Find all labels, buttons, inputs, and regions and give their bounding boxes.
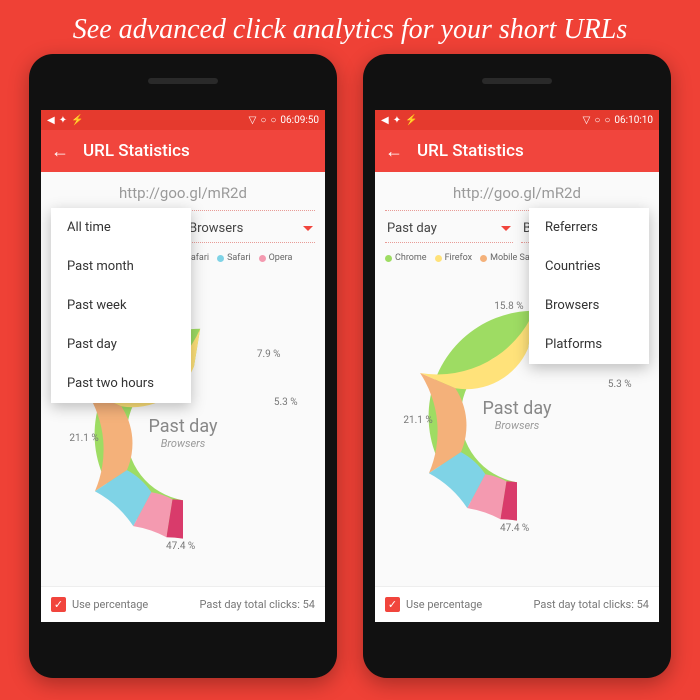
chart-center-subtitle: Browsers [148,437,217,450]
use-percentage-checkbox[interactable]: ✓ Use percentage [51,597,148,612]
dropdown-option[interactable]: Past month [51,247,191,286]
short-url-display: http://goo.gl/mR2d [385,172,649,211]
flash-icon: ⚡ [405,115,417,126]
total-clicks-text: Past day total clicks: 54 [199,598,315,611]
clock-text: 06:09:50 [280,115,319,126]
period-selector[interactable]: Past day [385,217,513,243]
checkmark-icon: ✓ [385,597,400,612]
circle-icon: ○ [604,115,610,126]
slice-percent-label: 47.4 % [500,523,529,534]
footer-bar: ✓ Use percentage Past day total clicks: … [41,586,325,622]
clock-text: 06:10:10 [614,115,653,126]
phone-mockup-right: ◀ ✦ ⚡ ▽ ○ ○ 06:10:10 ← URL Statistics ht… [363,54,671,678]
marketing-headline: See advanced click analytics for your sh… [0,0,700,54]
slice-percent-label: 5.3 % [608,379,632,390]
footer-bar: ✓ Use percentage Past day total clicks: … [375,586,659,622]
signal-icon: ▽ [583,115,591,126]
dropdown-option[interactable]: Referrers [529,208,649,247]
page-title: URL Statistics [83,141,190,161]
status-bar: ◀ ✦ ⚡ ▽ ○ ○ 06:10:10 [375,110,659,130]
status-bar: ◀ ✦ ⚡ ▽ ○ ○ 06:09:50 [41,110,325,130]
checkmark-icon: ✓ [51,597,66,612]
chart-center-title: Past day [148,416,217,437]
slice-percent-label: 21.1 % [403,415,432,426]
total-clicks-text: Past day total clicks: 54 [533,598,649,611]
phone-mockup-left: ◀ ✦ ⚡ ▽ ○ ○ 06:09:50 ← URL Statistics ht… [29,54,337,678]
sound-icon: ◀ [47,115,55,126]
dropdown-option[interactable]: Past two hours [51,364,191,403]
app-bar: ← URL Statistics [375,130,659,172]
legend-item: Chrome [385,253,427,263]
circle-icon: ○ [270,115,276,126]
dropdown-option[interactable]: Past day [51,325,191,364]
legend-item: Opera [259,253,293,263]
plug-icon: ✦ [393,115,401,126]
dropdown-option[interactable]: All time [51,208,191,247]
signal-icon: ▽ [249,115,257,126]
dropdown-option[interactable]: Countries [529,247,649,286]
back-icon[interactable]: ← [51,141,69,162]
app-bar: ← URL Statistics [41,130,325,172]
circle-icon: ○ [260,115,266,126]
chevron-down-icon [501,226,511,231]
dimension-selector[interactable]: Browsers [187,217,315,243]
dropdown-option[interactable]: Browsers [529,286,649,325]
sound-icon: ◀ [381,115,389,126]
dropdown-option[interactable]: Platforms [529,325,649,364]
period-dropdown: All timePast monthPast weekPast dayPast … [51,208,191,403]
slice-percent-label: 15.8 % [494,301,523,312]
dimension-dropdown: ReferrersCountriesBrowsersPlatforms [529,208,649,364]
chart-center-subtitle: Browsers [482,419,551,432]
dropdown-option[interactable]: Past week [51,286,191,325]
slice-percent-label: 7.9 % [257,349,281,360]
flash-icon: ⚡ [71,115,83,126]
legend-item: Firefox [435,253,473,263]
slice-percent-label: 5.3 % [274,397,298,408]
short-url-display: http://goo.gl/mR2d [51,172,315,211]
chart-center-title: Past day [482,398,551,419]
use-percentage-checkbox[interactable]: ✓ Use percentage [385,597,482,612]
slice-percent-label: 47.4 % [166,541,195,552]
chevron-down-icon [303,226,313,231]
back-icon[interactable]: ← [385,141,403,162]
legend-item: Safari [217,253,251,263]
circle-icon: ○ [594,115,600,126]
page-title: URL Statistics [417,141,524,161]
slice-percent-label: 21.1 % [69,433,98,444]
plug-icon: ✦ [59,115,67,126]
